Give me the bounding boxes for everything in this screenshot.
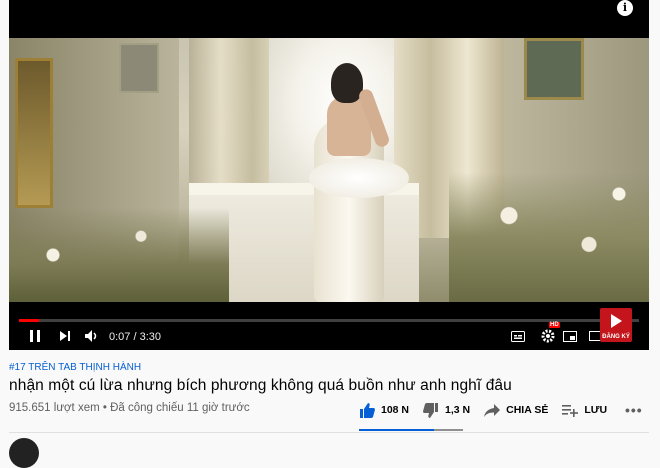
playlist-add-icon [562, 404, 579, 417]
premiere-date: Đã công chiếu 11 giờ trước [110, 402, 250, 414]
more-actions-icon[interactable]: ••• [625, 402, 643, 418]
divider [9, 432, 649, 433]
subtitles-icon[interactable] [509, 326, 527, 346]
dislike-button[interactable]: 1,3 N [423, 402, 471, 418]
miniplayer-icon[interactable] [561, 326, 579, 346]
player-controls: 0:07 / 3:30 HD [9, 322, 649, 350]
thumbs-up-icon [360, 402, 375, 418]
pause-icon[interactable] [27, 326, 43, 346]
settings-icon[interactable]: HD [537, 322, 560, 346]
save-button[interactable]: LƯU [562, 404, 607, 417]
subscribe-watermark-label: ĐĂNG KÝ [602, 334, 630, 340]
share-button[interactable]: CHIA SẺ [484, 403, 549, 417]
painting [15, 58, 53, 208]
share-icon [484, 403, 501, 417]
video-player[interactable]: i 0:07 / 3:30 HD [9, 0, 649, 350]
dislike-count: 1,3 N [445, 404, 471, 416]
thumbs-down-icon [423, 402, 439, 418]
duration: 3:30 [139, 331, 162, 343]
action-bar: 108 N 1,3 N CHIA SẺ LƯU [359, 398, 621, 422]
view-count: 915.651 lượt xem [9, 402, 100, 414]
current-time: 0:07 [109, 331, 131, 343]
video-meta: #17 TRÊN TAB THỊNH HÀNH nhận một cú lừa … [9, 362, 649, 395]
hd-badge: HD [549, 322, 560, 328]
share-label: CHIA SẺ [506, 404, 549, 416]
like-ratio-fill [359, 429, 434, 431]
video-title: nhận một cú lừa nhưng bích phương không … [9, 377, 512, 394]
trending-tag[interactable]: #17 TRÊN TAB THỊNH HÀNH [9, 362, 649, 373]
like-count: 108 N [381, 404, 410, 416]
save-label: LƯU [584, 404, 608, 416]
next-icon[interactable] [57, 326, 73, 346]
video-stats: 915.651 lượt xem • Đã công chiếu 11 giờ … [9, 402, 250, 414]
channel-avatar[interactable] [9, 438, 39, 468]
info-icon[interactable]: i [617, 0, 633, 16]
volume-icon[interactable] [83, 326, 101, 346]
video-frame[interactable] [9, 38, 649, 302]
like-button[interactable]: 108 N [359, 402, 410, 418]
time-display: 0:07 / 3:30 [109, 331, 162, 343]
